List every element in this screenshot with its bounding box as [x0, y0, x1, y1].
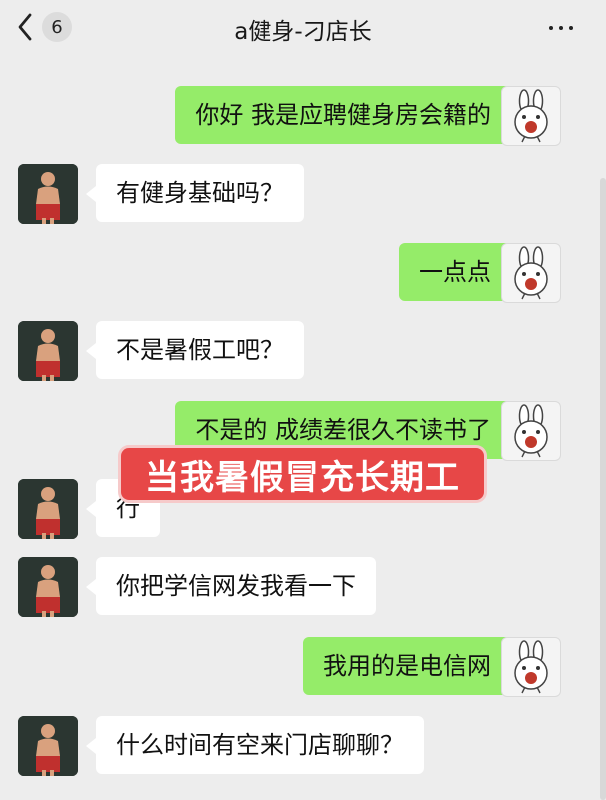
self-avatar[interactable]: [501, 86, 561, 146]
chat-title: a健身-刁店长: [234, 19, 372, 45]
more-dots-icon: [549, 26, 573, 30]
self-avatar[interactable]: [501, 401, 561, 461]
person-avatar-icon: [18, 557, 78, 617]
contact-avatar[interactable]: [18, 164, 78, 224]
message-row: 我用的是电信网: [0, 637, 606, 697]
contact-avatar[interactable]: [18, 716, 78, 776]
message-text: 我用的是电信网: [323, 652, 491, 680]
contact-avatar[interactable]: [18, 479, 78, 539]
message-row: 什么时间有空来门店聊聊？: [0, 716, 606, 776]
outgoing-message-bubble[interactable]: 你好 我是应聘健身房会籍的: [175, 86, 521, 144]
incoming-message-bubble[interactable]: 你把学信网发我看一下: [86, 557, 376, 615]
caption-overlay: 当我暑假冒充长期工: [121, 448, 484, 500]
incoming-message-bubble[interactable]: 不是暑假工吧？: [86, 321, 304, 379]
message-text: 一点点: [419, 258, 491, 286]
message-row: 一点点: [0, 243, 606, 303]
message-text: 你把学信网发我看一下: [116, 572, 356, 600]
message-row: 不是暑假工吧？: [0, 321, 606, 381]
outgoing-message-bubble[interactable]: 一点点: [399, 243, 521, 301]
rabbit-avatar-icon: [514, 640, 548, 694]
rabbit-avatar-icon: [514, 89, 548, 143]
incoming-message-bubble[interactable]: 什么时间有空来门店聊聊？: [86, 716, 424, 774]
message-text: 不是的 成绩差很久不读书了: [195, 416, 491, 444]
contact-avatar[interactable]: [18, 557, 78, 617]
message-text: 不是暑假工吧？: [116, 336, 284, 364]
message-text: 什么时间有空来门店聊聊？: [116, 731, 404, 759]
message-row: 你好 我是应聘健身房会籍的: [0, 86, 606, 146]
person-avatar-icon: [18, 321, 78, 381]
message-row: 你把学信网发我看一下: [0, 557, 606, 617]
person-avatar-icon: [18, 164, 78, 224]
message-text: 你好 我是应聘健身房会籍的: [195, 101, 491, 129]
incoming-message-bubble[interactable]: 有健身基础吗？: [86, 164, 304, 222]
person-avatar-icon: [18, 716, 78, 776]
person-avatar-icon: [18, 479, 78, 539]
rabbit-avatar-icon: [514, 404, 548, 458]
caption-text: 当我暑假冒充长期工: [145, 457, 460, 498]
more-options-button[interactable]: [546, 14, 576, 42]
rabbit-avatar-icon: [514, 246, 548, 300]
self-avatar[interactable]: [501, 243, 561, 303]
self-avatar[interactable]: [501, 637, 561, 697]
outgoing-message-bubble[interactable]: 我用的是电信网: [303, 637, 521, 695]
message-text: 有健身基础吗？: [116, 179, 284, 207]
chat-header: 6 a健身-刁店长: [0, 0, 606, 54]
message-row: 有健身基础吗？: [0, 164, 606, 224]
contact-avatar[interactable]: [18, 321, 78, 381]
